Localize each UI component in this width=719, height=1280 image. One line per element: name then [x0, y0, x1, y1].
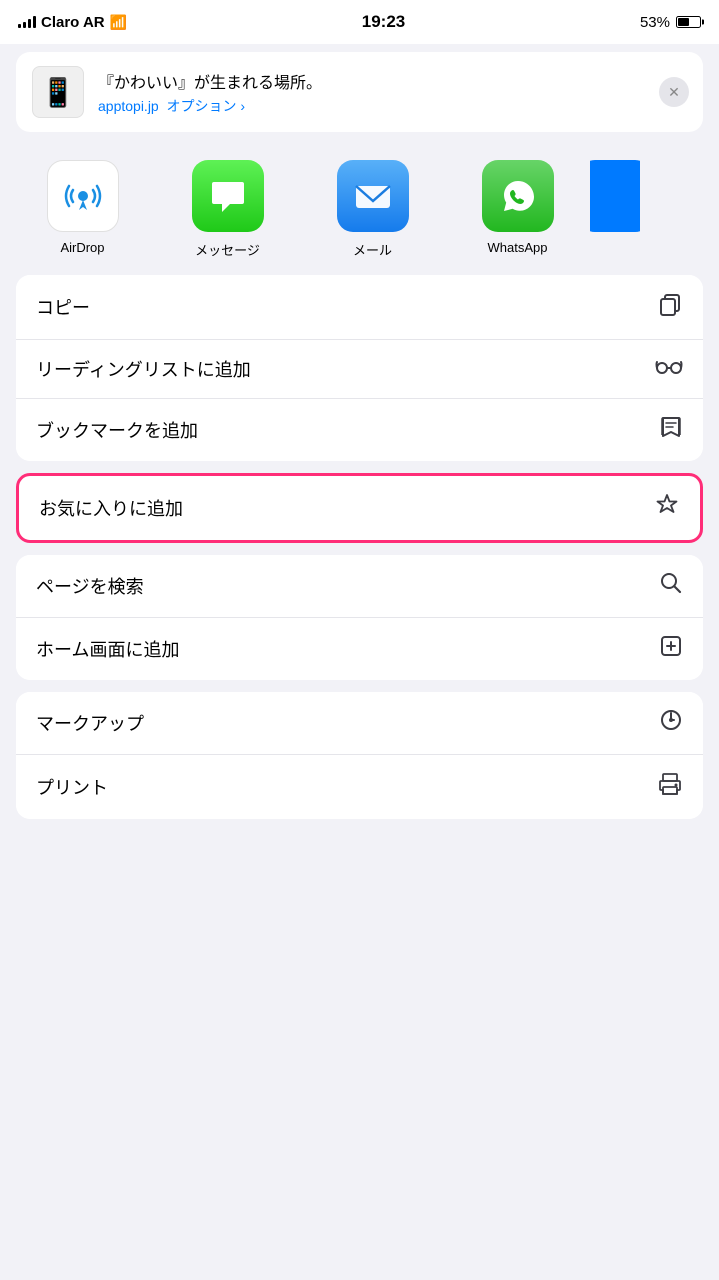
- apps-row: AirDrop メッセージ メール: [0, 140, 719, 275]
- action-search-page[interactable]: ページを検索: [16, 555, 703, 618]
- preview-thumbnail: 📱: [32, 66, 84, 118]
- airdrop-icon: [47, 160, 119, 232]
- action-markup[interactable]: マークアップ: [16, 692, 703, 755]
- app-partial: [590, 160, 640, 259]
- action-group-3: マークアップ プリント: [16, 692, 703, 819]
- options-link[interactable]: オプション ›: [167, 98, 246, 114]
- wifi-icon: 📶: [110, 14, 127, 31]
- action-bookmark[interactable]: ブックマークを追加: [16, 399, 703, 461]
- action-copy[interactable]: コピー: [16, 275, 703, 340]
- markup-icon: [659, 708, 683, 738]
- action-group-2: ページを検索 ホーム画面に追加: [16, 555, 703, 680]
- bookmark-label: ブックマークを追加: [36, 417, 198, 443]
- close-button[interactable]: ✕: [659, 77, 689, 107]
- search-page-label: ページを検索: [36, 573, 144, 599]
- action-print[interactable]: プリント: [16, 755, 703, 819]
- app-messages-label: メッセージ: [195, 240, 260, 259]
- status-time: 19:23: [362, 12, 405, 32]
- action-add-home[interactable]: ホーム画面に追加: [16, 618, 703, 680]
- app-airdrop[interactable]: AirDrop: [10, 160, 155, 259]
- app-airdrop-label: AirDrop: [60, 240, 104, 255]
- copy-label: コピー: [36, 294, 90, 320]
- mail-icon: [337, 160, 409, 232]
- action-group-1: コピー リーディングリストに追加: [16, 275, 703, 461]
- preview-title: 『かわいい』が生まれる場所。: [98, 69, 687, 93]
- app-whatsapp-label: WhatsApp: [488, 240, 548, 255]
- status-bar: Claro AR 📶 19:23 53%: [0, 0, 719, 44]
- search-icon: [659, 571, 683, 601]
- print-label: プリント: [36, 774, 108, 800]
- markup-label: マークアップ: [36, 710, 144, 736]
- favorites-label: お気に入りに追加: [39, 495, 183, 521]
- add-home-label: ホーム画面に追加: [36, 636, 179, 662]
- app-mail-label: メール: [353, 240, 392, 259]
- action-favorites[interactable]: お気に入りに追加: [16, 473, 703, 543]
- messages-icon: [192, 160, 264, 232]
- glasses-icon: [655, 356, 683, 382]
- status-battery: 53%: [640, 14, 701, 31]
- book-icon: [659, 415, 683, 445]
- status-carrier: Claro AR 📶: [18, 14, 127, 31]
- print-icon: [657, 771, 683, 803]
- preview-info: 『かわいい』が生まれる場所。 apptopi.jp オプション ›: [98, 69, 687, 116]
- reading-list-label: リーディングリストに追加: [36, 356, 251, 382]
- star-icon: [654, 492, 680, 524]
- preview-subtitle: apptopi.jp オプション ›: [98, 96, 687, 116]
- app-whatsapp[interactable]: WhatsApp: [445, 160, 590, 259]
- whatsapp-icon: [482, 160, 554, 232]
- app-mail[interactable]: メール: [300, 160, 445, 259]
- share-preview: 📱 『かわいい』が生まれる場所。 apptopi.jp オプション › ✕: [16, 52, 703, 132]
- signal-icon: [18, 16, 36, 28]
- copy-icon: [657, 291, 683, 323]
- app-messages[interactable]: メッセージ: [155, 160, 300, 259]
- action-reading-list[interactable]: リーディングリストに追加: [16, 340, 703, 399]
- plus-square-icon: [659, 634, 683, 664]
- battery-icon: [676, 16, 701, 28]
- app-partial-icon: [590, 160, 640, 232]
